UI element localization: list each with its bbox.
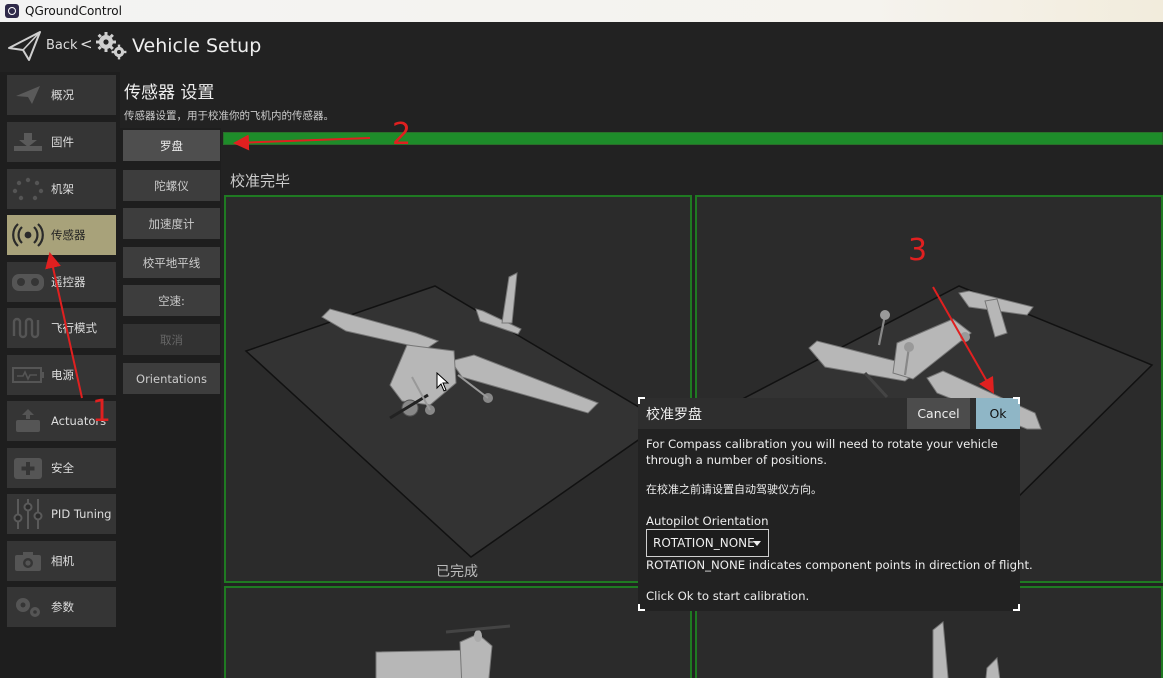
parameters-icon	[7, 587, 49, 627]
qgc-logo-icon	[5, 4, 19, 18]
page-title: Vehicle Setup	[132, 35, 262, 57]
compass-button[interactable]: 罗盘	[123, 130, 220, 161]
calibration-status: 校准完毕	[230, 172, 291, 190]
cancel-calibration-button[interactable]: 取消	[123, 324, 220, 355]
section-description: 传感器设置，用于校准你的飞机内的传感器。	[124, 110, 334, 122]
orientation-hint: ROTATION_NONE indicates component points…	[646, 558, 1033, 572]
airspeed-button[interactable]: 空速:	[123, 285, 220, 316]
autopilot-orientation-select[interactable]: ROTATION_NONE	[646, 529, 769, 557]
sensors-icon	[7, 215, 49, 255]
actuators-icon	[7, 401, 49, 441]
sidebar-item-label: 电源	[51, 368, 74, 382]
dialog-title: 校准罗盘	[646, 407, 702, 423]
position-complete-label: 已完成	[436, 564, 478, 580]
back-button[interactable]: Back	[46, 38, 78, 53]
sidebar-item-pid-tuning[interactable]: PID Tuning	[7, 494, 116, 534]
sidebar-item-flight-modes[interactable]: 飞行模式	[7, 308, 116, 348]
dialog-intro-line1: For Compass calibration you will need to…	[646, 437, 998, 451]
sidebar-item-camera[interactable]: 相机	[7, 541, 116, 581]
sidebar-item-safety[interactable]: 安全	[7, 448, 116, 488]
sidebar-item-label: 传感器	[51, 228, 86, 242]
breadcrumb-separator: <	[80, 35, 93, 53]
radio-icon	[7, 262, 49, 302]
safety-icon	[7, 448, 49, 488]
gears-icon	[96, 32, 127, 60]
section-title: 传感器 设置	[124, 83, 215, 103]
sidebar-item-label: 遥控器	[51, 275, 86, 289]
dialog-footer: Click Ok to start calibration.	[646, 589, 810, 603]
dialog-intro-line2: through a number of positions.	[646, 453, 827, 467]
download-icon	[7, 122, 49, 162]
chevron-down-icon	[753, 541, 761, 546]
sidebar-item-label: 相机	[51, 554, 74, 568]
sidebar-item-radio[interactable]: 遥控器	[7, 262, 116, 302]
flight-modes-icon	[7, 308, 49, 348]
dialog-corner-tr	[1013, 397, 1020, 404]
sidebar-item-label: 飞行模式	[51, 321, 97, 335]
mouse-cursor-icon	[436, 372, 450, 392]
sidebar-item-label: 概况	[51, 88, 74, 102]
orientation-selected-value: ROTATION_NONE	[653, 536, 755, 550]
dialog-corner-br	[1013, 604, 1020, 611]
sidebar-item-summary[interactable]: 概况	[7, 75, 116, 115]
gyroscope-button[interactable]: 陀螺仪	[123, 170, 220, 201]
annotation-number-1: 1	[92, 394, 112, 429]
level-horizon-button[interactable]: 校平地平线	[123, 247, 220, 278]
sidebar-item-parameters[interactable]: 参数	[7, 587, 116, 627]
battery-icon	[7, 355, 49, 395]
sidebar-item-label: 机架	[51, 182, 74, 196]
compass-calibration-dialog: 校准罗盘 Cancel Ok For Compass calibration y…	[638, 397, 1033, 611]
dialog-corner-tl	[638, 397, 645, 404]
camera-icon	[7, 541, 49, 581]
plane-position-image	[244, 272, 666, 558]
sidebar-item-sensors[interactable]: 传感器	[7, 215, 116, 255]
compass-position-3	[224, 586, 692, 678]
paper-plane-icon[interactable]	[7, 30, 43, 62]
dialog-corner-bl	[638, 604, 645, 611]
sidebar-item-label: 参数	[51, 600, 74, 614]
plane-icon	[7, 75, 49, 115]
sidebar-item-label: PID Tuning	[51, 507, 112, 521]
window-title: QGroundControl	[25, 4, 122, 18]
setup-sidebar: 概况 固件 机架 传感器 遥控器 飞行模式 电源 Actuators 安全 PI…	[0, 72, 120, 678]
sidebar-item-label: 安全	[51, 461, 74, 475]
airframe-icon	[7, 169, 49, 209]
sidebar-item-firmware[interactable]: 固件	[7, 122, 116, 162]
orientation-label: Autopilot Orientation	[646, 514, 769, 528]
calibration-progress-bar	[223, 132, 1163, 145]
annotation-number-2: 2	[392, 117, 412, 152]
tuning-icon	[7, 494, 49, 534]
plane-position-image	[375, 624, 511, 678]
annotation-number-3: 3	[908, 233, 928, 268]
accelerometer-button[interactable]: 加速度计	[123, 208, 220, 239]
window-titlebar: QGroundControl	[0, 0, 1163, 22]
orientations-button[interactable]: Orientations	[123, 363, 220, 394]
sidebar-item-label: 固件	[51, 135, 74, 149]
sidebar-item-power[interactable]: 电源	[7, 355, 116, 395]
cancel-button[interactable]: Cancel	[907, 398, 970, 429]
toolbar: Back < Vehicle Setup	[0, 22, 1163, 72]
compass-position-1	[224, 195, 692, 583]
sidebar-item-airframe[interactable]: 机架	[7, 169, 116, 209]
dialog-orientation-note: 在校准之前请设置自动驾驶仪方向。	[646, 483, 822, 496]
